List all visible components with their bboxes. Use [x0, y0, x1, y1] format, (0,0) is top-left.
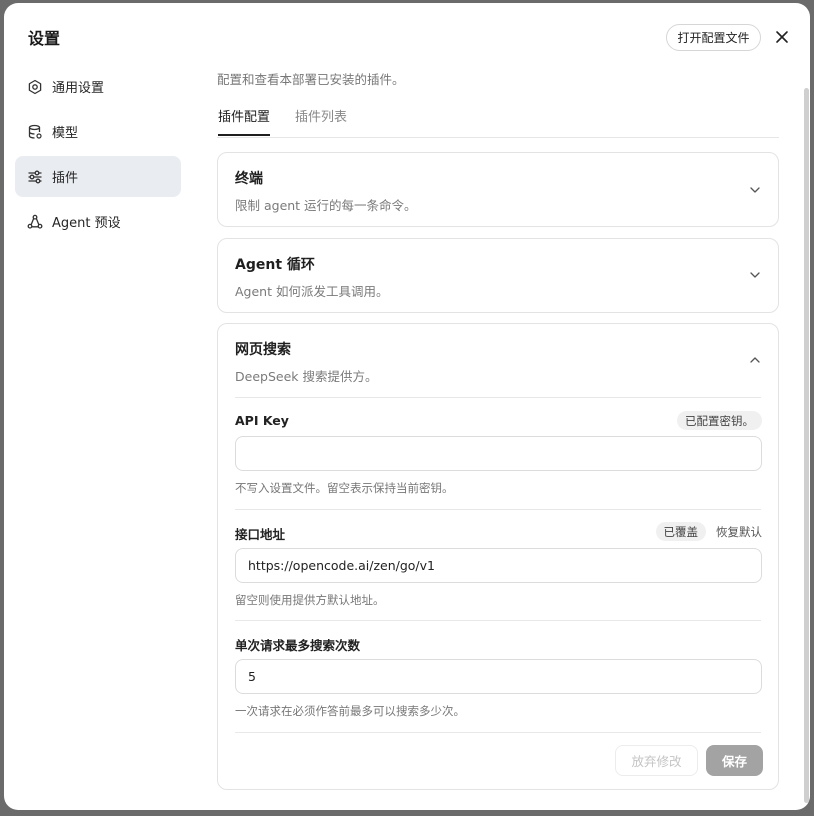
plugin-title: 网页搜索: [235, 342, 291, 358]
restore-default-button[interactable]: 恢复默认: [716, 524, 762, 540]
sidebar-item-label: 通用设置: [52, 81, 105, 96]
sidebar-item-plugins[interactable]: 插件: [15, 156, 181, 197]
divider: [235, 620, 761, 621]
panel-description: 配置和查看本部署已安装的插件。: [217, 72, 405, 87]
plugin-card-terminal[interactable]: 终端 限制 agent 运行的每一条命令。: [217, 152, 779, 227]
tab-bar: 插件配置 插件列表: [217, 102, 779, 138]
max-searches-label: 单次请求最多搜索次数: [235, 638, 361, 653]
divider: [235, 397, 761, 398]
max-searches-hint: 一次请求在必须作答前最多可以搜索多少次。: [235, 704, 465, 718]
plugin-card-agent-loop[interactable]: Agent 循环 Agent 如何派发工具调用。: [217, 238, 779, 313]
endpoint-hint: 留空则使用提供方默认地址。: [235, 593, 385, 607]
sidebar-item-label: 模型: [52, 126, 79, 141]
plugin-subtitle: Agent 如何派发工具调用。: [235, 284, 389, 299]
gear-icon: [27, 79, 43, 95]
tab-plugin-list[interactable]: 插件列表: [295, 106, 347, 133]
dialog-title: 设置: [28, 29, 61, 48]
settings-dialog: 设置 打开配置文件 通用设置 模型 插件 Agent 预设 配置和查看本部署已安…: [4, 3, 810, 810]
sidebar: 通用设置 模型 插件 Agent 预设: [15, 66, 181, 246]
chevron-down-icon[interactable]: [748, 183, 762, 197]
plugin-subtitle: 限制 agent 运行的每一条命令。: [235, 198, 417, 213]
sidebar-item-label: Agent 预设: [52, 216, 121, 231]
plugins-panel: 配置和查看本部署已安装的插件。 插件配置 插件列表 终端 限制 agent 运行…: [217, 66, 779, 810]
sidebar-item-models[interactable]: 模型: [15, 111, 181, 152]
chevron-up-icon[interactable]: [748, 353, 762, 367]
tab-plugin-config[interactable]: 插件配置: [218, 106, 271, 136]
open-config-file-button[interactable]: 打开配置文件: [666, 24, 761, 51]
save-button[interactable]: 保存: [706, 745, 763, 776]
sidebar-item-general[interactable]: 通用设置: [15, 66, 181, 107]
sidebar-item-agent-presets[interactable]: Agent 预设: [15, 201, 181, 242]
sliders-icon: [27, 169, 43, 185]
plugin-subtitle: DeepSeek 搜索提供方。: [235, 369, 378, 384]
endpoint-label: 接口地址: [235, 527, 286, 542]
api-key-label: API Key: [235, 413, 289, 428]
plugin-title: 终端: [235, 171, 263, 187]
close-icon[interactable]: [773, 28, 791, 46]
divider: [235, 732, 761, 733]
plugin-title: Agent 循环: [235, 257, 315, 273]
discard-changes-button[interactable]: 放弃修改: [615, 745, 698, 776]
database-icon: [27, 124, 43, 140]
endpoint-input[interactable]: https://opencode.ai/zen/go/v1: [235, 548, 762, 583]
divider: [235, 509, 761, 510]
scrollbar[interactable]: [804, 88, 809, 803]
status-badge: 已覆盖: [655, 522, 706, 541]
api-key-input[interactable]: [235, 436, 762, 471]
max-searches-input[interactable]: 5: [235, 659, 762, 694]
agent-icon: [27, 214, 43, 230]
status-badge: 已配置密钥。: [677, 411, 762, 430]
plugin-card-web-search: 网页搜索 DeepSeek 搜索提供方。 API Key 已配置密钥。 不写入设…: [217, 323, 779, 790]
sidebar-item-label: 插件: [52, 171, 79, 186]
api-key-hint: 不写入设置文件。留空表示保持当前密钥。: [235, 481, 454, 495]
chevron-down-icon[interactable]: [748, 268, 762, 282]
